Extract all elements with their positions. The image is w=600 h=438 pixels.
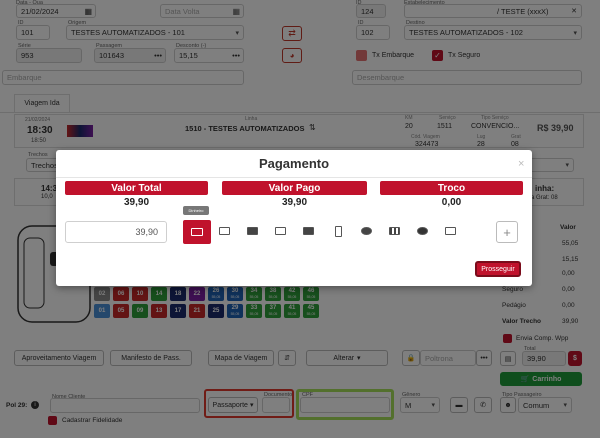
troco-value: 0,00 (441, 197, 462, 208)
cash-icon (191, 228, 203, 236)
pay-method-cash[interactable] (183, 220, 211, 244)
qr-icon (388, 227, 400, 235)
ticket-icon (246, 227, 258, 235)
payment-modal: Pagamento × Valor Total 39,90 Valor Pago… (56, 150, 532, 286)
coin-icon (416, 227, 428, 235)
prosseguir-button[interactable]: Prosseguir (475, 261, 521, 277)
troco-header: Troco (380, 181, 523, 195)
voucher-icon (302, 227, 314, 235)
modal-title: Pagamento (56, 150, 532, 178)
pay-method-mobile[interactable] (326, 220, 350, 242)
add-payment-button[interactable]: + (496, 221, 518, 243)
valor-pago-header: Valor Pago (222, 181, 367, 195)
pay-method-voucher[interactable] (296, 220, 320, 242)
mobile-icon (334, 225, 342, 237)
pay-method-pix[interactable] (382, 220, 406, 242)
pay-method-card[interactable] (212, 220, 236, 242)
tooltip: Dinheiro (183, 206, 209, 215)
wallet-icon (444, 227, 456, 235)
valor-pago-value: 39,90 (281, 197, 308, 208)
prosseguir-label: Prosseguir (481, 265, 515, 273)
pay-method-ticket[interactable] (240, 220, 264, 242)
payment-amount-value: 39,90 (135, 227, 158, 237)
id-card-icon (274, 227, 286, 235)
close-icon[interactable]: × (518, 158, 524, 170)
pay-method-coupon[interactable] (354, 220, 378, 242)
pay-method-id[interactable] (268, 220, 292, 242)
pay-method-other[interactable] (438, 220, 462, 242)
pay-method-coin[interactable] (410, 220, 434, 242)
credit-card-icon (218, 227, 230, 235)
payment-amount-input[interactable]: 39,90 (65, 221, 167, 243)
add-icon: + (503, 224, 511, 240)
coupon-icon (360, 227, 372, 235)
valor-total-header: Valor Total (65, 181, 208, 195)
